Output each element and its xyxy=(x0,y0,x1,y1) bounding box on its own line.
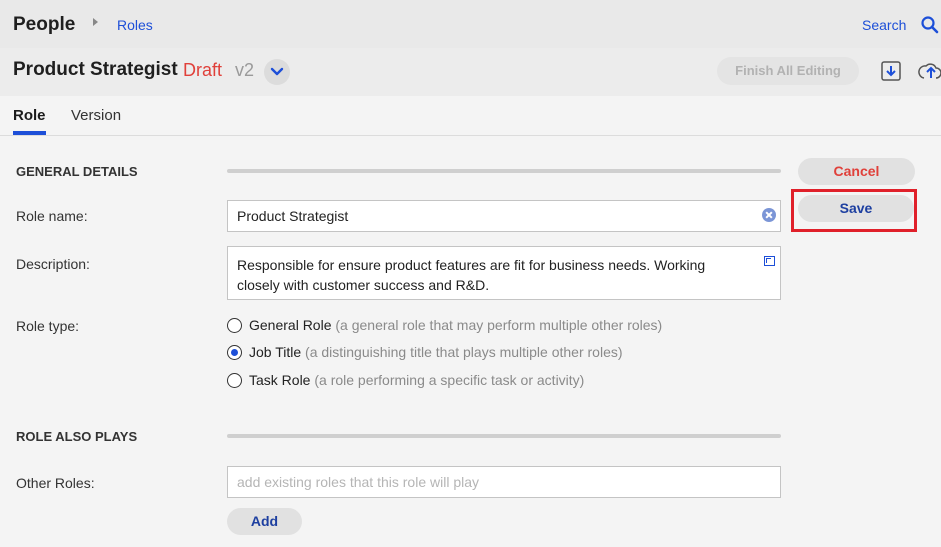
top-bar: People Roles Search xyxy=(0,0,941,48)
other-roles-label: Other Roles: xyxy=(16,475,95,491)
role-name-value: Product Strategist xyxy=(237,208,349,224)
other-roles-placeholder: add existing roles that this role will p… xyxy=(237,474,480,490)
chevron-down-icon xyxy=(270,67,284,76)
breadcrumb-roles-link[interactable]: Roles xyxy=(117,17,153,33)
radio-general-role-label[interactable]: General Role (a general role that may pe… xyxy=(249,317,662,333)
section-divider xyxy=(227,169,781,173)
search-icon[interactable] xyxy=(920,15,940,35)
save-button[interactable]: Save xyxy=(798,195,914,222)
search-link[interactable]: Search xyxy=(862,17,906,33)
radio-general-role[interactable] xyxy=(227,318,242,333)
page-title: Product Strategist xyxy=(13,59,178,80)
radio-task-role[interactable] xyxy=(227,373,242,388)
description-value: Responsible for ensure product features … xyxy=(237,257,706,293)
breadcrumb-root[interactable]: People xyxy=(13,14,75,36)
description-label: Description: xyxy=(16,256,90,272)
tab-role[interactable]: Role xyxy=(13,107,46,135)
breadcrumb-separator-icon xyxy=(93,18,98,26)
radio-job-title-label[interactable]: Job Title (a distinguishing title that p… xyxy=(249,344,623,360)
tab-version[interactable]: Version xyxy=(71,107,121,124)
expand-icon[interactable] xyxy=(764,256,775,266)
tab-bar: Role Version xyxy=(0,96,941,136)
radio-task-role-label[interactable]: Task Role (a role performing a specific … xyxy=(249,372,584,388)
finish-all-editing-button[interactable]: Finish All Editing xyxy=(717,57,859,85)
draft-status: Draft xyxy=(183,60,223,80)
download-icon[interactable] xyxy=(880,59,902,83)
version-dropdown-button[interactable] xyxy=(264,59,290,85)
general-details-heading: GENERAL DETAILS xyxy=(16,164,138,179)
add-role-button[interactable]: Add xyxy=(227,508,302,535)
section-divider xyxy=(227,434,781,438)
upload-icon[interactable] xyxy=(918,59,941,83)
clear-icon[interactable] xyxy=(762,208,776,222)
title-bar: Product Strategist Draft v2 Finish All E… xyxy=(0,48,941,96)
cancel-button[interactable]: Cancel xyxy=(798,158,915,185)
version-label: v2 xyxy=(235,60,255,80)
role-name-label: Role name: xyxy=(16,208,88,224)
role-also-plays-heading: ROLE ALSO PLAYS xyxy=(16,429,138,444)
role-type-label: Role type: xyxy=(16,318,80,334)
radio-job-title[interactable] xyxy=(227,345,242,360)
